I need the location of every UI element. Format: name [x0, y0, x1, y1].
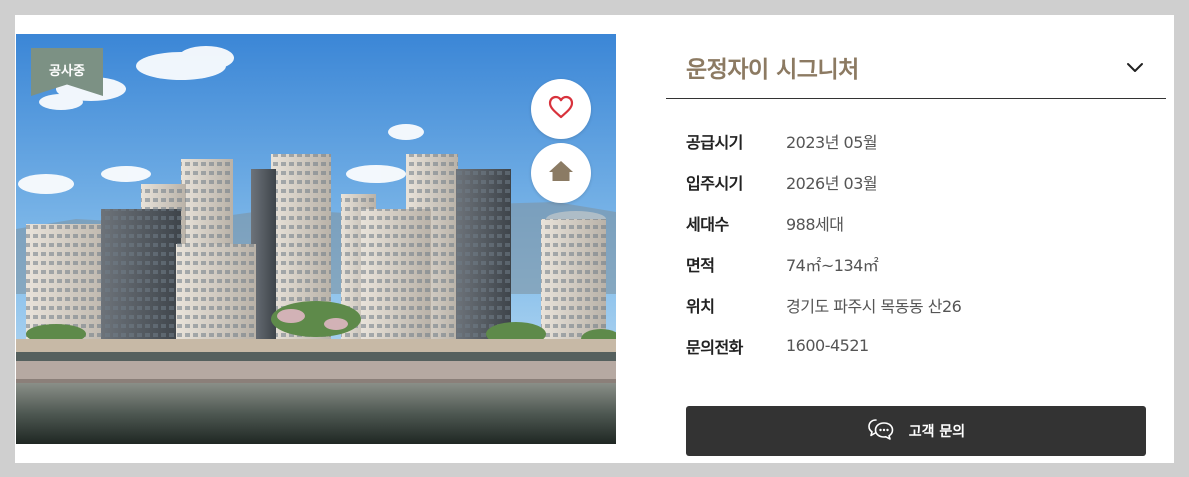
- detail-row-move-in-date: 입주시기 2026년 03월: [686, 161, 1166, 202]
- listing-title: 운정자이 시그니처: [686, 56, 859, 83]
- detail-label: 입주시기: [686, 173, 743, 193]
- title-row[interactable]: 운정자이 시그니처: [666, 35, 1166, 99]
- detail-row-location: 위치 경기도 파주시 목동동 산26: [686, 284, 1166, 325]
- apartment-rendering-image: 공사중: [16, 34, 616, 444]
- detail-value: 경기도 파주시 목동동 산26: [786, 296, 962, 316]
- detail-label: 위치: [686, 296, 715, 316]
- detail-value: 2023년 05월: [786, 132, 878, 152]
- detail-value: 1600-4521: [786, 336, 869, 355]
- detail-value: 988세대: [786, 214, 844, 234]
- detail-row-area: 면적 74㎡~134㎡: [686, 243, 1166, 284]
- listing-info-panel: 운정자이 시그니처 공급시기 2023년 05월 입주시기 2026년 03월 …: [666, 35, 1166, 366]
- listing-card: 공사중 운정자이 시그니처 공급시기 2023년 05월 입주시기 2026년 …: [15, 15, 1174, 463]
- detail-label: 문의전화: [686, 337, 743, 357]
- customer-inquiry-label: 고객 문의: [908, 424, 966, 440]
- apartment-complex-illustration: [16, 34, 616, 444]
- detail-row-phone: 문의전화 1600-4521: [686, 325, 1166, 366]
- home-icon: [548, 159, 574, 187]
- detail-row-households: 세대수 988세대: [686, 202, 1166, 243]
- detail-label: 면적: [686, 255, 715, 275]
- detail-label: 세대수: [686, 214, 729, 234]
- heart-outline-icon: [548, 95, 574, 123]
- chat-bubble-icon: [867, 417, 895, 445]
- customer-inquiry-button[interactable]: 고객 문의: [686, 406, 1146, 456]
- detail-label: 공급시기: [686, 132, 743, 152]
- chevron-down-icon[interactable]: [1124, 56, 1146, 78]
- favorite-button[interactable]: [531, 79, 591, 139]
- detail-value: 74㎡~134㎡: [786, 255, 879, 275]
- details-list: 공급시기 2023년 05월 입주시기 2026년 03월 세대수 988세대 …: [666, 120, 1166, 366]
- detail-row-supply-date: 공급시기 2023년 05월: [686, 120, 1166, 161]
- detail-value: 2026년 03월: [786, 173, 878, 193]
- home-button[interactable]: [531, 143, 591, 203]
